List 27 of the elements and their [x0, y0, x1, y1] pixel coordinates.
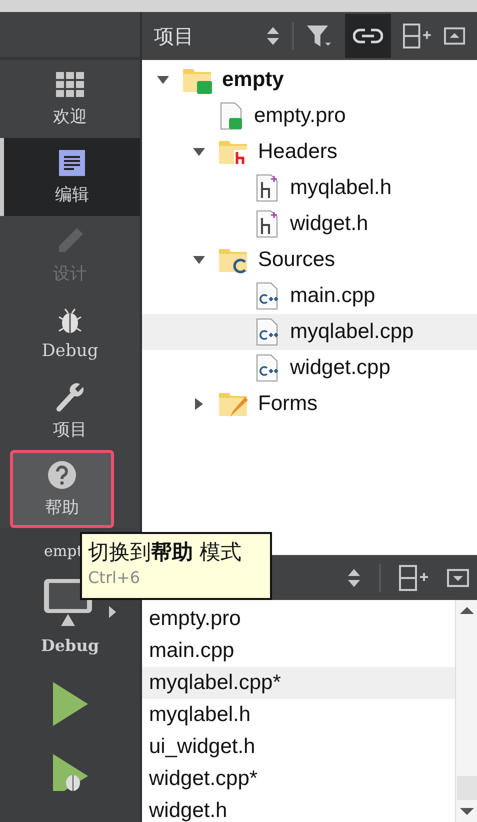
view-selector[interactable]: 项目: [154, 22, 280, 50]
tree-item[interactable]: myqlabel.h: [142, 170, 477, 206]
mode-button[interactable]: 项目: [0, 372, 140, 450]
tree-item[interactable]: widget.cpp: [142, 350, 477, 386]
document-item[interactable]: widget.cpp*: [142, 763, 455, 795]
document-item[interactable]: empty.pro: [142, 603, 455, 635]
tooltip-text: 切换到帮助 模式: [88, 539, 243, 566]
project-name: empt: [44, 542, 83, 560]
document-item[interactable]: main.cpp: [142, 635, 455, 667]
document-item[interactable]: widget.h: [142, 795, 455, 822]
mode-button[interactable]: Debug: [0, 294, 140, 372]
tree-item[interactable]: Sources: [142, 242, 477, 278]
mode-button[interactable]: 帮助: [10, 450, 114, 528]
tree-item[interactable]: main.cpp: [142, 278, 477, 314]
build-config: Debug: [40, 636, 100, 655]
tree-item[interactable]: Forms: [142, 386, 477, 422]
tree-item[interactable]: myqlabel.cpp: [142, 314, 477, 350]
tree-item[interactable]: Headers: [142, 134, 477, 170]
mode-button[interactable]: 欢迎: [0, 60, 140, 138]
document-item[interactable]: myqlabel.cpp*: [142, 667, 455, 699]
mode-button[interactable]: 编辑: [0, 138, 140, 216]
shortcut-text: Ctrl+6: [88, 568, 142, 587]
tree-item[interactable]: widget.h: [142, 206, 477, 242]
document-item[interactable]: myqlabel.h: [142, 699, 455, 731]
document-item[interactable]: ui_widget.h: [142, 731, 455, 763]
tree-item[interactable]: empty: [142, 62, 477, 98]
tree-item[interactable]: empty.pro: [142, 98, 477, 134]
